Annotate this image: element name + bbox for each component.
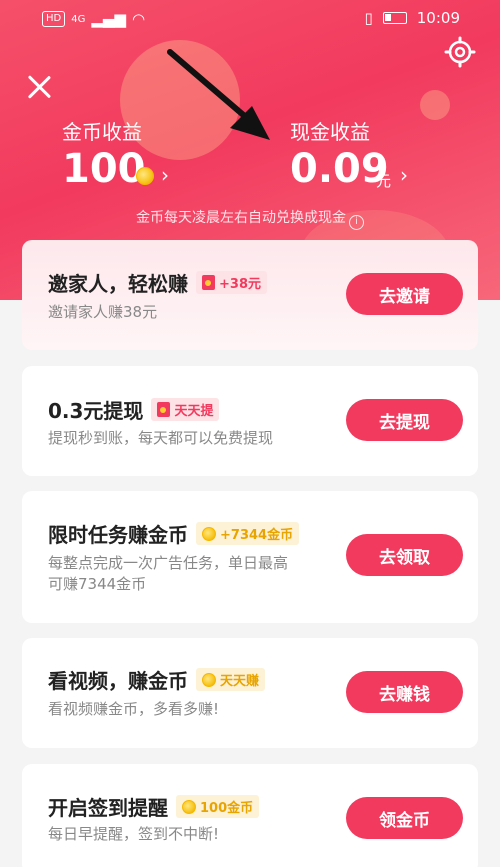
- signal-icon: ▂▄▆: [91, 10, 126, 28]
- task-badge: 天天赚: [196, 668, 266, 691]
- status-bar: HD 4G ▂▄▆ ◠ ▯ 10:09: [0, 0, 500, 40]
- task-title-row: 邀家人，轻松赚 +38元: [48, 268, 267, 297]
- coin-icon: [136, 167, 154, 185]
- task-badge-text: 天天提: [174, 404, 214, 419]
- red-envelope-icon: [202, 275, 215, 290]
- task-subtitle: 每整点完成一次广告任务，单日最高 可赚7344金币: [48, 553, 288, 595]
- task-subtitle-line: 每整点完成一次广告任务，单日最高: [48, 554, 289, 572]
- task-title: 看视频，赚金币: [48, 669, 188, 693]
- chevron-right-icon[interactable]: ›: [161, 163, 169, 187]
- hd-badge: HD: [42, 11, 66, 27]
- close-icon[interactable]: [26, 74, 52, 100]
- task-title-row: 限时任务赚金币 +7344金币: [48, 519, 300, 548]
- task-subtitle: 提现秒到账，每天都可以免费提现: [48, 429, 274, 447]
- task-subtitle-line: 可赚7344金币: [48, 575, 147, 593]
- task-badge-text: 天天赚: [220, 674, 260, 689]
- task-title-row: 开启签到提醒 100金币: [48, 792, 260, 821]
- task-subtitle: 每日早提醒，签到不中断!: [48, 825, 220, 843]
- exchange-note: 金币每天凌晨左右自动兑换成现金 i: [0, 207, 500, 230]
- battery-icon: [382, 12, 407, 24]
- task-title-row: 0.3元提现 天天提: [48, 395, 220, 424]
- clock: 10:09: [416, 9, 460, 27]
- exchange-note-text: 金币每天凌晨左右自动兑换成现金: [136, 210, 346, 226]
- chevron-right-icon[interactable]: ›: [400, 163, 408, 187]
- claim-button[interactable]: 去领取: [346, 534, 463, 576]
- info-icon[interactable]: i: [349, 215, 364, 230]
- wifi-icon: ◠: [131, 10, 146, 28]
- task-card-video: 看视频，赚金币 天天赚 看视频赚金币，多看多赚! 去赚钱: [22, 638, 478, 748]
- task-title: 0.3元提现: [48, 399, 144, 423]
- cash-earnings-value[interactable]: 0.09: [290, 146, 389, 192]
- task-card-checkin: 开启签到提醒 100金币 每日早提醒，签到不中断! 领金币: [22, 764, 478, 867]
- earn-money-button[interactable]: 去赚钱: [346, 671, 463, 713]
- gear-icon[interactable]: [444, 36, 476, 68]
- network-label: 4G: [71, 13, 86, 25]
- task-card-limited: 限时任务赚金币 +7344金币 每整点完成一次广告任务，单日最高 可赚7344金…: [22, 491, 478, 623]
- coin-icon: [182, 799, 196, 814]
- decor-glow: [420, 90, 450, 120]
- task-badge-text: 100金币: [200, 801, 254, 816]
- cash-unit: 元: [376, 172, 392, 190]
- task-title-row: 看视频，赚金币 天天赚: [48, 665, 266, 694]
- red-envelope-icon: [157, 402, 171, 417]
- invite-button[interactable]: 去邀请: [346, 273, 463, 315]
- task-title: 限时任务赚金币: [48, 523, 188, 547]
- coins-earnings-value[interactable]: 100: [62, 146, 146, 192]
- task-badge: +7344金币: [196, 522, 300, 545]
- task-badge-text: +7344金币: [220, 528, 294, 543]
- cash-earnings-label: 现金收益: [290, 120, 370, 144]
- task-title: 开启签到提醒: [48, 796, 168, 820]
- task-badge: 100金币: [176, 795, 260, 818]
- task-badge: +38元: [196, 271, 267, 294]
- vibrate-icon: ▯: [364, 9, 373, 27]
- task-subtitle: 看视频赚金币，多看多赚!: [48, 700, 220, 718]
- claim-coins-button[interactable]: 领金币: [346, 797, 463, 839]
- task-badge-text: +38元: [219, 277, 261, 292]
- task-badge: 天天提: [151, 398, 220, 421]
- task-card-withdraw: 0.3元提现 天天提 提现秒到账，每天都可以免费提现 去提现: [22, 366, 478, 476]
- withdraw-button[interactable]: 去提现: [346, 399, 463, 441]
- task-card-invite: 邀家人，轻松赚 +38元 邀请家人赚38元 去邀请: [22, 240, 478, 350]
- task-subtitle: 邀请家人赚38元: [48, 303, 158, 321]
- coin-icon: [202, 672, 216, 687]
- coin-icon: [202, 526, 216, 541]
- task-title: 邀家人，轻松赚: [48, 272, 188, 296]
- coins-earnings-label: 金币收益: [62, 120, 142, 144]
